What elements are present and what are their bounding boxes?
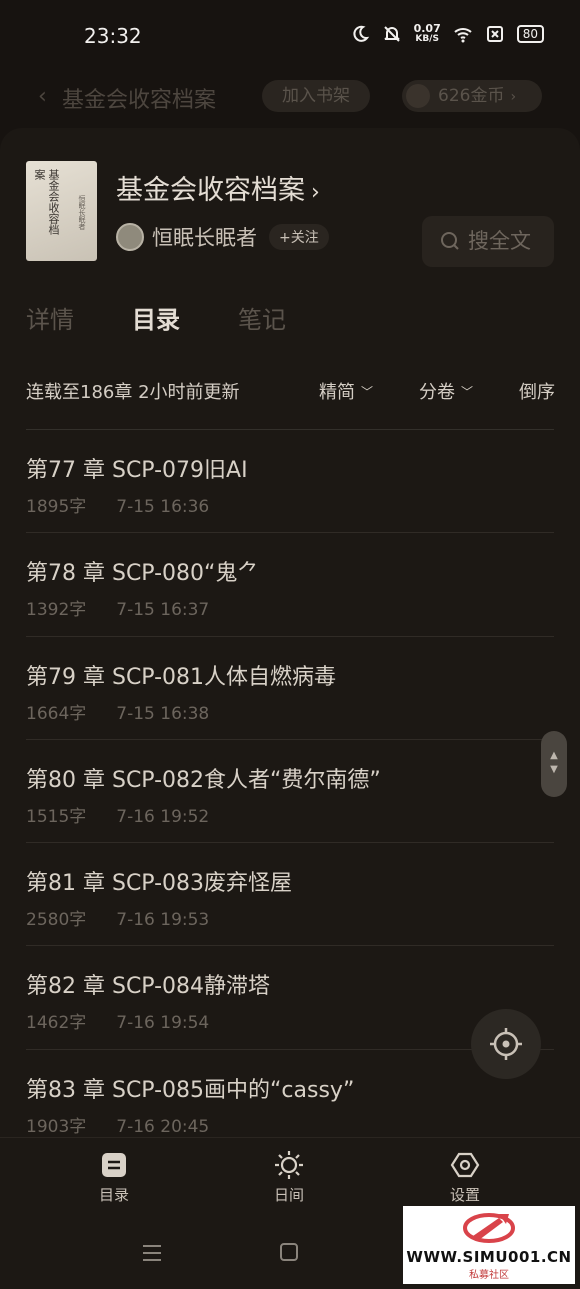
watermark-url: WWW.SIMU001.CN [406,1248,572,1266]
net-speed: 0.07 KB/S [413,22,441,44]
coin-icon [406,84,430,108]
moon-icon [352,25,369,42]
tab-details[interactable]: 详情 [26,300,74,335]
chevron-right-icon: › [510,89,517,105]
chapter-meta: 1895字 7-15 16:36 [26,497,210,517]
search-fulltext-button[interactable]: 搜全文 [422,216,554,267]
author-avatar[interactable] [116,223,144,251]
chapter-title: 第83 章 SCP-085画中的“cassy” [26,1077,355,1103]
chapter-meta: 1462字 7-16 19:54 [26,1013,210,1034]
add-to-shelf-button[interactable]: 加入书架 [262,80,370,112]
search-icon [441,232,459,250]
recent-apps-icon[interactable] [142,1243,162,1263]
cover-author: 恒眠长眠者 [78,195,86,230]
catalog-info-row: 连载至186章 2小时前更新 精简 ﹀ 分卷 ﹀ 倒序 [26,378,566,408]
catalog-icon [102,1153,126,1177]
update-status: 连载至186章 2小时前更新 [26,382,240,403]
cover-title: 基金会收容档案 [33,169,60,235]
nav-settings-label: 设置 [449,1186,480,1204]
bottom-nav: 目录 日间 设置 [0,1137,580,1217]
chapter-meta: 1903字 7-16 20:45 [26,1116,210,1137]
tab-notes[interactable]: 笔记 [238,300,286,335]
chapter-title: 第78 章 SCP-080“鬼⺈ [26,561,260,587]
catalog-sheet: 基金会收容档案 恒眠长眠者 基金会收容档案 › 恒眠长眠者 +关注 搜全文 详情 … [0,128,580,1289]
top-bar-title: 基金会收容档案 [62,88,217,113]
chapter-item[interactable]: 第78 章 SCP-080“鬼⺈ 1392字 7-15 16:37 [26,533,554,637]
watermark-logo-icon [463,1213,515,1243]
chapter-meta: 1664字 7-15 16:38 [26,703,210,724]
home-icon[interactable] [280,1243,298,1261]
chapter-title: 第77 章 SCP-079旧AI [26,458,248,483]
nav-catalog-label: 目录 [98,1186,129,1204]
nav-day-label: 日间 [273,1186,304,1204]
author-row: 恒眠长眠者 +关注 [116,222,329,252]
status-bar: 23:32 0.07 KB/S 80 [0,0,580,70]
back-icon[interactable]: ‹ [38,84,47,109]
filter-dropdown[interactable]: 精简 ﹀ [319,378,373,404]
chapter-meta: 1515字 7-16 19:52 [26,806,210,827]
book-cover[interactable]: 基金会收容档案 恒眠长眠者 [26,161,97,261]
coins-button[interactable]: 626金币 › [402,80,542,112]
nav-catalog[interactable]: 目录 [74,1150,154,1205]
book-title[interactable]: 基金会收容档案 › [116,168,320,207]
wifi-icon [454,28,472,43]
volume-dropdown[interactable]: 分卷 ﹀ [419,378,473,404]
chapter-title: 第81 章 SCP-083废弃怪屋 [26,871,293,897]
chapter-item[interactable]: 第77 章 SCP-079旧AI 1895字 7-15 16:36 [26,430,554,534]
watermark-sub: 私募社区 [469,1270,509,1281]
sun-icon [275,1151,303,1179]
chapter-item[interactable]: 第81 章 SCP-083废弃怪屋 2580字 7-16 19:53 [26,843,554,947]
coins-label: 626金币 [438,86,505,106]
nav-day-mode[interactable]: 日间 [249,1150,329,1205]
author-name[interactable]: 恒眠长眠者 [152,222,257,252]
chapter-meta: 2580字 7-16 19:53 [26,910,210,931]
chevron-right-icon: › [311,180,320,205]
locate-current-chapter-button[interactable] [471,1009,541,1079]
watermark: WWW.SIMU001.CN 私募社区 [403,1206,575,1284]
status-time: 23:32 [84,24,142,48]
top-bar: ‹ 基金会收容档案 加入书架 626金币 › [0,70,580,125]
settings-icon [450,1152,480,1178]
chapter-title: 第80 章 SCP-082食人者“费尔南德” [26,767,381,793]
follow-button[interactable]: +关注 [269,224,329,250]
tab-bar: 详情 目录 笔记 [26,300,286,335]
mute-bell-icon [383,26,400,42]
chapter-meta: 1392字 7-15 16:37 [26,600,210,621]
no-sim-icon [486,26,503,42]
sort-toggle[interactable]: 倒序 [519,378,555,404]
chapter-title: 第82 章 SCP-084静滞塔 [26,974,271,1000]
chapter-title: 第79 章 SCP-081人体自燃病毒 [26,664,337,690]
nav-settings[interactable]: 设置 [425,1150,505,1205]
chapter-item[interactable]: 第80 章 SCP-082食人者“费尔南德” 1515字 7-16 19:52 [26,740,554,844]
fast-scroll-handle[interactable]: ▲ ▼ [541,731,567,797]
status-icons: 0.07 KB/S 80 [350,22,544,44]
book-title-text: 基金会收容档案 [116,175,305,206]
crosshair-icon [490,1028,522,1060]
scroll-arrows-icon: ▲ ▼ [550,750,558,775]
tab-catalog[interactable]: 目录 [132,300,180,335]
chevron-down-icon: ﹀ [361,385,374,399]
chevron-down-icon: ﹀ [461,385,474,399]
battery-indicator: 80 [516,25,544,43]
chapter-item[interactable]: 第79 章 SCP-081人体自燃病毒 1664字 7-15 16:38 [26,637,554,740]
search-label: 搜全文 [468,229,531,253]
